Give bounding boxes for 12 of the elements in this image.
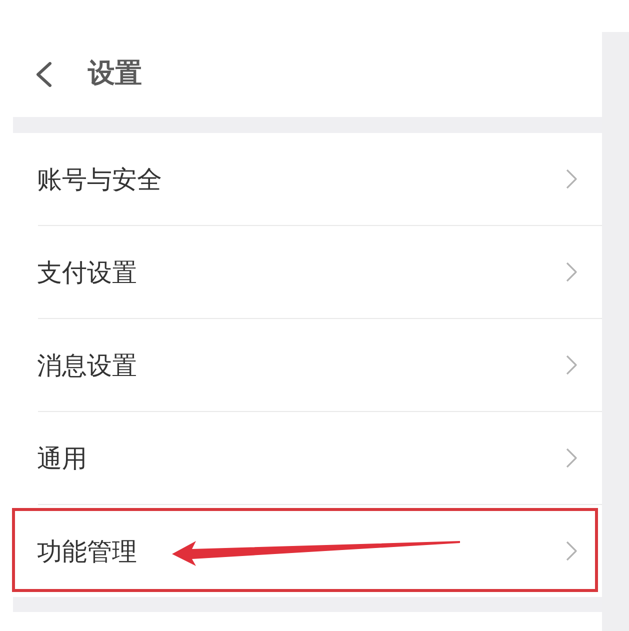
chevron-right-icon bbox=[566, 262, 577, 282]
page-title: 设置 bbox=[88, 58, 142, 91]
back-icon[interactable] bbox=[35, 62, 52, 87]
settings-row[interactable]: 支付设置 bbox=[0, 226, 602, 318]
settings-row[interactable]: 消息设置 bbox=[0, 319, 602, 411]
settings-row[interactable]: 功能管理 bbox=[0, 505, 602, 597]
chevron-right-icon bbox=[566, 541, 577, 561]
settings-row[interactable]: 通用 bbox=[0, 412, 602, 504]
settings-row[interactable]: 账号与安全 bbox=[0, 133, 602, 225]
chevron-right-icon bbox=[566, 448, 577, 468]
chevron-right-icon bbox=[566, 355, 577, 375]
chevron-right-icon bbox=[566, 169, 577, 189]
